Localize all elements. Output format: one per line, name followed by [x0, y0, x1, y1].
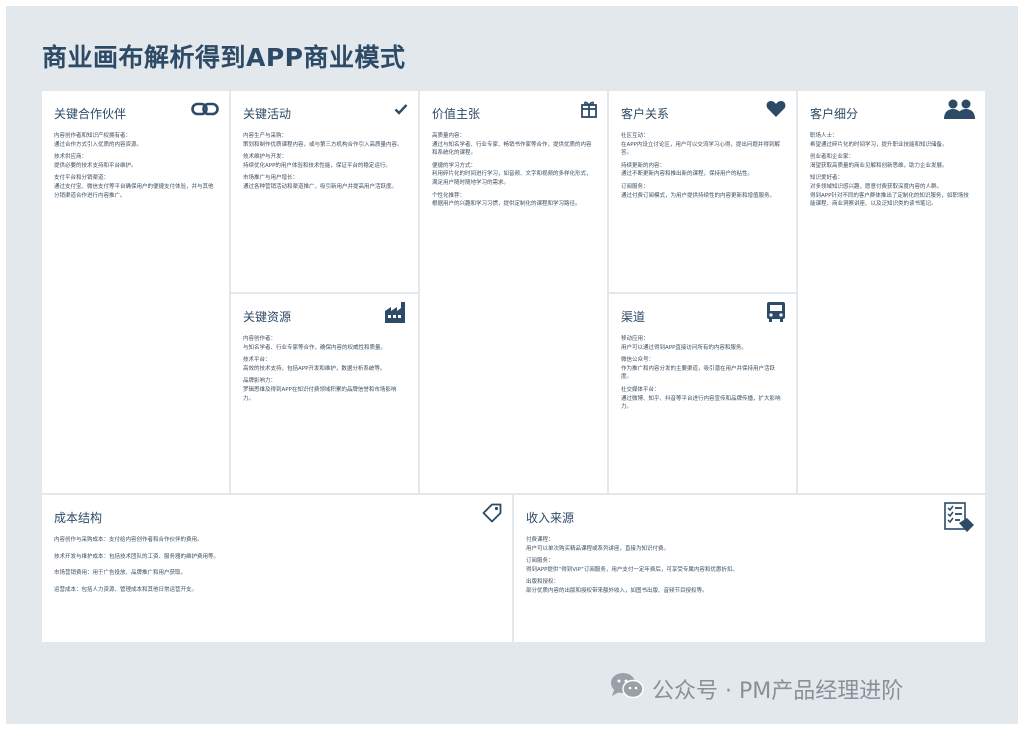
- box-line: 知识爱好者：: [810, 175, 844, 182]
- watermark: 公众号 · PM产品经理进阶: [610, 673, 903, 705]
- box-line: 罗辑思维及得到APP在知识付费领域积累的品牌信誉和市场影响力。: [243, 386, 397, 402]
- box-title: 渠道: [621, 310, 646, 324]
- watermark-text: 公众号 · PM产品经理进阶: [652, 679, 904, 704]
- box-line: 微信公众号：: [621, 357, 655, 364]
- box-line: 运营成本：包括人力资源、管理成本和其他日常运营开支。: [54, 586, 198, 593]
- box-content: 移动应用： 用户可以通过得到APP直接访问所有的内容和服务。 微信公众号： 作为推广和…: [621, 335, 784, 412]
- box-line: 在APP内设立讨论区，用户可以交流学习心得，提出问题并得到解答。: [621, 141, 780, 157]
- box-title: 收入来源: [526, 511, 575, 525]
- box-line: 职场人士：: [810, 133, 838, 139]
- box-customer-relationships: 客户关系 社区互动： 在APP内设立讨论区，用户可以交流学习心得，提出问题并得到解…: [609, 91, 796, 292]
- tag-icon: [482, 501, 502, 525]
- box-line: 技术平台：: [243, 357, 271, 364]
- box-line: 利用碎片化的时间进行学习，如音频、文字和视频的多样化形式，满足用户随时随地学习的…: [432, 171, 592, 186]
- box-line: 高质量内容：: [432, 133, 466, 139]
- box-line: 个性化推荐：: [432, 192, 466, 199]
- box-line: 得到APP提供“得到VIP”订阅服务，用户支付一定年费后，可享受专属内容和优惠折…: [526, 566, 738, 573]
- box-key-activities: 关键活动 内容生产与采购： 策划和制作优质课程内容，或与第三方机构合作引入高质量内…: [231, 91, 418, 292]
- box-line: 根据用户的兴趣和学习习惯，提供定制化的课程和学习路径。: [432, 201, 581, 208]
- box-line: 技术维护与开发：: [243, 154, 288, 161]
- heart-icon: [766, 97, 786, 121]
- box-title: 关键活动: [243, 107, 292, 121]
- box-channels: 渠道 移动应用： 用户可以通过得到APP直接访问所有的内容和服务。 微信公众号： 作为…: [609, 294, 796, 493]
- box-line: 创业者和企业家：: [810, 154, 855, 161]
- page-title: 商业画布解析得到APP商业模式: [42, 43, 406, 72]
- box-content: 内容创作者： 与知名学者、行业专家等合作，确保内容的权威性和质量。 技术平台： 高效的…: [243, 335, 406, 403]
- factory-icon: [384, 300, 408, 324]
- users-icon: [943, 97, 975, 121]
- box-key-resources: 关键资源 内容创作者： 与知名学者、行业专家等合作，确保内容的权威性和质量。 技术平…: [231, 294, 418, 493]
- checklist-icon: [943, 501, 975, 535]
- box-title: 关键资源: [243, 310, 292, 324]
- box-value-propositions: 价值主张 高质量内容： 通过与知名学者、行业专家、畅销书作家等合作，提供优质的内容…: [420, 91, 607, 493]
- box-line: 策划和制作优质课程内容，或与第三方机构合作引入高质量内容。: [243, 141, 403, 148]
- link-icon: [191, 97, 219, 121]
- box-line: 持续优化APP的用户体验和技术性能，保证平台的稳定运行。: [243, 162, 391, 169]
- box-line: 通过支付宝、微信支付等平台确保用户的便捷支付体验，并与其他分销渠道合作进行内容推…: [54, 183, 214, 199]
- box-line: 内容创作与采购成本：支付给内容创作者和合作伙伴的费用。: [54, 537, 203, 543]
- box-line: 渴望获取高质量的商业见解和创新思维，助力企业发展。: [810, 162, 948, 169]
- box-content: 职场人士： 希望通过碎片化的时间学习，提升职业技能和知识储备。 创业者和企业家： 渴望…: [810, 132, 973, 209]
- box-title: 客户关系: [621, 107, 670, 121]
- box-title: 价值主张: [432, 107, 481, 121]
- box-line: 内容创作者：: [243, 336, 277, 342]
- box-line: 内容生产与采购：: [243, 133, 288, 139]
- box-line: 便捷的学习方式：: [432, 162, 477, 169]
- box-line: 技术开发与维护成本：包括技术团队的工资、服务器的维护费用等。: [54, 553, 220, 560]
- box-line: 希望通过碎片化的时间学习，提升职业技能和知识储备。: [810, 141, 948, 148]
- box-line: 对多领域知识感兴趣，愿意付费获取深度内容的人群。: [810, 183, 943, 190]
- box-line: 出版和授权：: [526, 579, 560, 586]
- box-customer-segments: 客户细分 职场人士： 希望通过碎片化的时间学习，提升职业技能和知识储备。 创业者和企…: [798, 91, 985, 493]
- box-line: 作为推广和内容分发的主要渠道，吸引潜在用户并保持用户活跃度。: [621, 365, 776, 381]
- box-line: 付费课程：: [526, 537, 554, 543]
- box-line: 技术供应商：: [54, 154, 88, 161]
- gift-icon: [581, 97, 597, 121]
- box-line: 持续更新的内容：: [621, 162, 666, 169]
- box-line: 市场营销费用：用于广告投放、品牌推广和用户获取。: [54, 570, 187, 577]
- box-line: 用户可以通过得到APP直接访问所有的内容和服务。: [621, 344, 747, 351]
- box-line: 通过与知名学者、行业专家、畅销书作家等合作，提供优质的内容和系统化的课程。: [432, 141, 592, 157]
- box-line: 品牌影响力：: [243, 378, 277, 385]
- box-key-partners: 关键合作伙伴 内容创作者和知识产权拥有者： 通过合作方式引入优质的内容资源。 技术供…: [42, 91, 229, 493]
- box-line: 高效的技术支持，包括APP开发和维护，数据分析系统等。: [243, 365, 386, 372]
- box-content: 内容创作与采购成本：支付给内容创作者和合作伙伴的费用。技术开发与维护成本：包括技…: [54, 536, 500, 594]
- box-line: 得到APP针对不同的客户群体推出了定制化的知识服务，如职场技能课程、商业洞察讲座…: [810, 192, 969, 208]
- wechat-icon: [610, 672, 644, 706]
- box-line: 通过各种营销活动和渠道推广，吸引新用户并提高用户活跃度。: [243, 183, 398, 190]
- box-title: 成本结构: [54, 511, 103, 525]
- truck-icon: [766, 300, 786, 324]
- box-line: 支付平台和分销渠道：: [54, 175, 110, 182]
- box-line: 部分优质内容的出版和授权带来额外收入，如图书出版、音频节目授权等。: [526, 587, 708, 594]
- box-revenue-streams: 收入来源 付费课程： 用户可以单次购买精品课程或系列讲座，直接为知识付费。 订阅服务…: [514, 495, 985, 642]
- box-line: 订阅服务：: [621, 183, 649, 190]
- box-line: 内容创作者和知识产权拥有者：: [54, 133, 132, 139]
- box-line: 用户可以单次购买精品课程或系列讲座，直接为知识付费。: [526, 545, 670, 552]
- box-content: 高质量内容： 通过与知名学者、行业专家、畅销书作家等合作，提供优质的内容和系统化的…: [432, 132, 595, 209]
- box-line: 社区互动：: [621, 133, 649, 139]
- box-line: 社交媒体平台：: [621, 386, 660, 393]
- box-content: 内容生产与采购： 策划和制作优质课程内容，或与第三方机构合作引入高质量内容。 技术维…: [243, 132, 406, 192]
- box-content: 社区互动： 在APP内设立讨论区，用户可以交流学习心得，提出问题并得到解答。持续更…: [621, 132, 784, 200]
- box-line: 通过微博、知乎、抖音等平台进行内容宣传和品牌传播，扩大影响力。: [621, 395, 781, 411]
- box-content: 内容创作者和知识产权拥有者： 通过合作方式引入优质的内容资源。 技术供应商： 提供必要…: [54, 132, 217, 200]
- box-line: 通过不断更新内容和推出新的课程，保持用户的粘性。: [621, 171, 754, 178]
- box-line: 提供必要的技术支持和平台维护。: [54, 162, 137, 169]
- check-icon: [394, 97, 408, 121]
- box-line: 订阅服务：: [526, 558, 554, 565]
- box-line: 通过合作方式引入优质的内容资源。: [54, 141, 143, 148]
- box-line: 与知名学者、行业专家等合作，确保内容的权威性和质量。: [243, 344, 387, 351]
- box-line: 通过付费订阅模式，为用户提供持续性的内容更新和增值服务。: [621, 192, 776, 199]
- box-content: 付费课程： 用户可以单次购买精品课程或系列讲座，直接为知识付费。 订阅服务： 得到AP…: [526, 536, 973, 596]
- box-line: 市场推广与用户增长：: [243, 175, 299, 182]
- box-cost-structure: 成本结构 内容创作与采购成本：支付给内容创作者和合作伙伴的费用。技术开发与维护成…: [42, 495, 512, 642]
- box-line: 移动应用：: [621, 336, 649, 342]
